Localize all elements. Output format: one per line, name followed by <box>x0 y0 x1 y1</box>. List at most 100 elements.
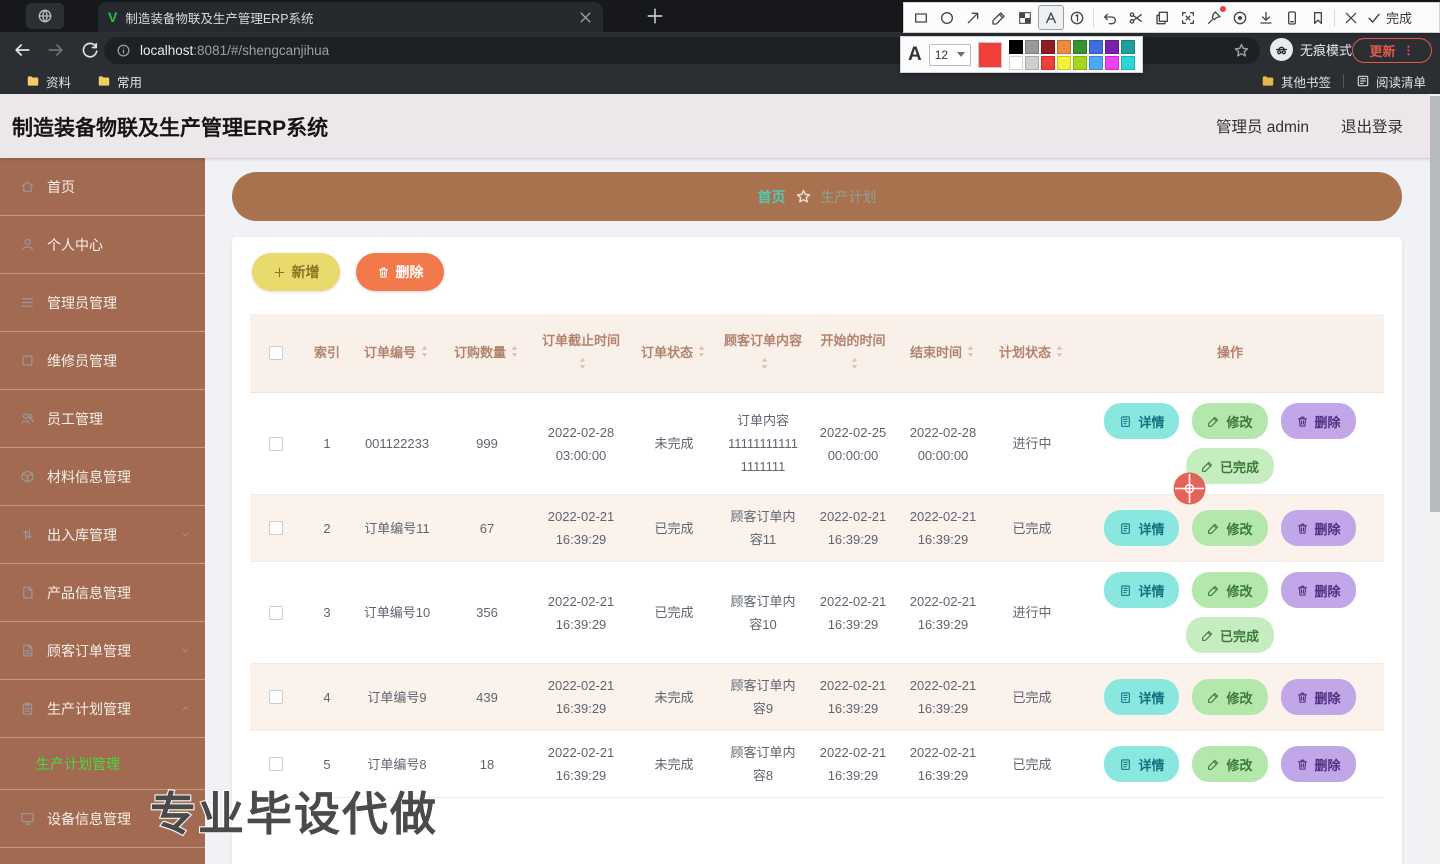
column-header-content[interactable]: 顾客订单内容 <box>718 314 808 392</box>
color-swatch[interactable] <box>1073 56 1087 70</box>
sidebar-item-10[interactable]: 生产计划管理 <box>0 680 205 738</box>
delete-row-button[interactable]: 删除 <box>1281 679 1356 715</box>
sort-caret-icon[interactable] <box>577 357 588 371</box>
color-swatch[interactable] <box>1009 56 1023 70</box>
row-checkbox[interactable] <box>269 606 283 620</box>
delete-row-button[interactable]: 删除 <box>1281 403 1356 439</box>
row-checkbox[interactable] <box>269 757 283 771</box>
column-header-order_status[interactable]: 订单状态 <box>630 314 718 392</box>
edit-row-button[interactable]: 修改 <box>1192 746 1267 782</box>
sidebar-item-9[interactable]: 顾客订单管理 <box>0 622 205 680</box>
bookmark-item[interactable]: 资料 <box>26 72 71 91</box>
color-swatch[interactable] <box>1041 56 1055 70</box>
column-header-plan_status[interactable]: 计划状态 <box>988 314 1076 392</box>
sort-caret-icon[interactable] <box>419 345 430 359</box>
column-header-start_time[interactable]: 开始的时间 <box>808 314 898 392</box>
color-swatch[interactable] <box>1105 40 1119 54</box>
text-tool-button[interactable] <box>1038 5 1064 30</box>
column-header-order_no[interactable]: 订单编号 <box>352 314 442 392</box>
update-button[interactable]: 更新 <box>1352 38 1432 63</box>
delete-button[interactable]: 删除 <box>356 253 444 291</box>
rect-tool-button[interactable] <box>908 5 934 30</box>
forward-icon[interactable] <box>46 40 66 60</box>
tab-close-icon[interactable] <box>578 10 593 25</box>
font-size-select[interactable]: 12 <box>929 44 972 66</box>
sidebar-item-3[interactable]: 管理员管理 <box>0 274 205 332</box>
sort-caret-icon[interactable] <box>509 345 520 359</box>
reading-list[interactable]: 阅读清单 <box>1356 72 1426 91</box>
sidebar-item-8[interactable]: 产品信息管理 <box>0 564 205 622</box>
detail-row-button[interactable]: 详情 <box>1104 572 1179 608</box>
edit-row-button[interactable]: 修改 <box>1192 572 1267 608</box>
add-button[interactable]: 新增 <box>252 253 340 291</box>
download-tool-button[interactable] <box>1253 5 1279 30</box>
color-swatch[interactable] <box>1025 56 1039 70</box>
number-tool-button[interactable] <box>1064 5 1090 30</box>
sort-caret-icon[interactable] <box>759 357 770 371</box>
new-tab-button[interactable] <box>645 6 665 26</box>
device-tool-button[interactable] <box>1279 5 1305 30</box>
color-swatch[interactable] <box>1057 40 1071 54</box>
sidebar-item-4[interactable]: 维修员管理 <box>0 332 205 390</box>
pin-tool-button[interactable] <box>1201 5 1227 30</box>
scrollbar-thumb[interactable] <box>1430 96 1440 512</box>
sidebar-item-6[interactable]: 材料信息管理 <box>0 448 205 506</box>
color-swatch[interactable] <box>1057 56 1071 70</box>
color-swatch[interactable] <box>1105 56 1119 70</box>
delete-row-button[interactable]: 删除 <box>1281 746 1356 782</box>
detail-row-button[interactable]: 详情 <box>1104 746 1179 782</box>
sort-caret-icon[interactable] <box>965 345 976 359</box>
other-bookmarks[interactable]: 其他书签 <box>1261 72 1331 91</box>
color-swatch[interactable] <box>1041 40 1055 54</box>
current-color-swatch[interactable] <box>978 42 1002 68</box>
row-checkbox[interactable] <box>269 521 283 535</box>
close-tool-button[interactable] <box>1338 5 1364 30</box>
copy-tool-button[interactable] <box>1149 5 1175 30</box>
edit-row-button[interactable]: 修改 <box>1192 403 1267 439</box>
edit-row-button[interactable]: 修改 <box>1192 679 1267 715</box>
finish-button[interactable]: 完成 <box>1364 8 1414 27</box>
edit-row-button[interactable]: 修改 <box>1192 510 1267 546</box>
site-info-icon[interactable] <box>116 43 131 58</box>
color-swatch[interactable] <box>1121 56 1135 70</box>
color-swatch[interactable] <box>1073 40 1087 54</box>
page-scrollbar[interactable] <box>1430 94 1440 864</box>
sidebar-item-7[interactable]: 出入库管理 <box>0 506 205 564</box>
complete-row-button[interactable]: 已完成 <box>1186 617 1274 653</box>
color-swatch[interactable] <box>1121 40 1135 54</box>
color-swatch[interactable] <box>1025 40 1039 54</box>
detail-row-button[interactable]: 详情 <box>1104 510 1179 546</box>
detail-row-button[interactable]: 详情 <box>1104 679 1179 715</box>
row-checkbox[interactable] <box>269 690 283 704</box>
arrow-tool-button[interactable] <box>960 5 986 30</box>
select-all-checkbox[interactable] <box>269 346 283 360</box>
delete-row-button[interactable]: 删除 <box>1281 572 1356 608</box>
bookmark-star-icon[interactable] <box>1233 42 1250 59</box>
column-header-quantity[interactable]: 订购数量 <box>442 314 532 392</box>
sidebar-item-2[interactable]: 个人中心 <box>0 216 205 274</box>
menu-dots-icon[interactable] <box>1402 44 1415 57</box>
back-icon[interactable] <box>12 40 32 60</box>
logout-button[interactable]: 退出登录 <box>1341 115 1403 137</box>
color-swatch[interactable] <box>1089 56 1103 70</box>
circle-tool-button[interactable] <box>934 5 960 30</box>
scissors-tool-button[interactable] <box>1123 5 1149 30</box>
column-header-deadline[interactable]: 订单截止时间 <box>532 314 630 392</box>
browser-logo[interactable] <box>26 3 64 29</box>
reload-icon[interactable] <box>80 40 100 60</box>
bookmark-tool-button[interactable] <box>1305 5 1331 30</box>
mosaic-tool-button[interactable] <box>1012 5 1038 30</box>
delete-row-button[interactable]: 删除 <box>1281 510 1356 546</box>
bookmark-item[interactable]: 常用 <box>97 72 142 91</box>
color-swatch[interactable] <box>1089 40 1103 54</box>
record-tool-button[interactable] <box>1227 5 1253 30</box>
sort-caret-icon[interactable] <box>1054 345 1065 359</box>
scan-tool-button[interactable] <box>1175 5 1201 30</box>
breadcrumb-home-link[interactable]: 首页 <box>758 187 786 207</box>
sort-caret-icon[interactable] <box>696 345 707 359</box>
detail-row-button[interactable]: 详情 <box>1104 403 1179 439</box>
sidebar-item-1[interactable]: 首页 <box>0 158 205 216</box>
browser-tab[interactable]: V 制造装备物联及生产管理ERP系统 <box>98 2 603 32</box>
column-header-end_time[interactable]: 结束时间 <box>898 314 988 392</box>
pencil-tool-button[interactable] <box>986 5 1012 30</box>
